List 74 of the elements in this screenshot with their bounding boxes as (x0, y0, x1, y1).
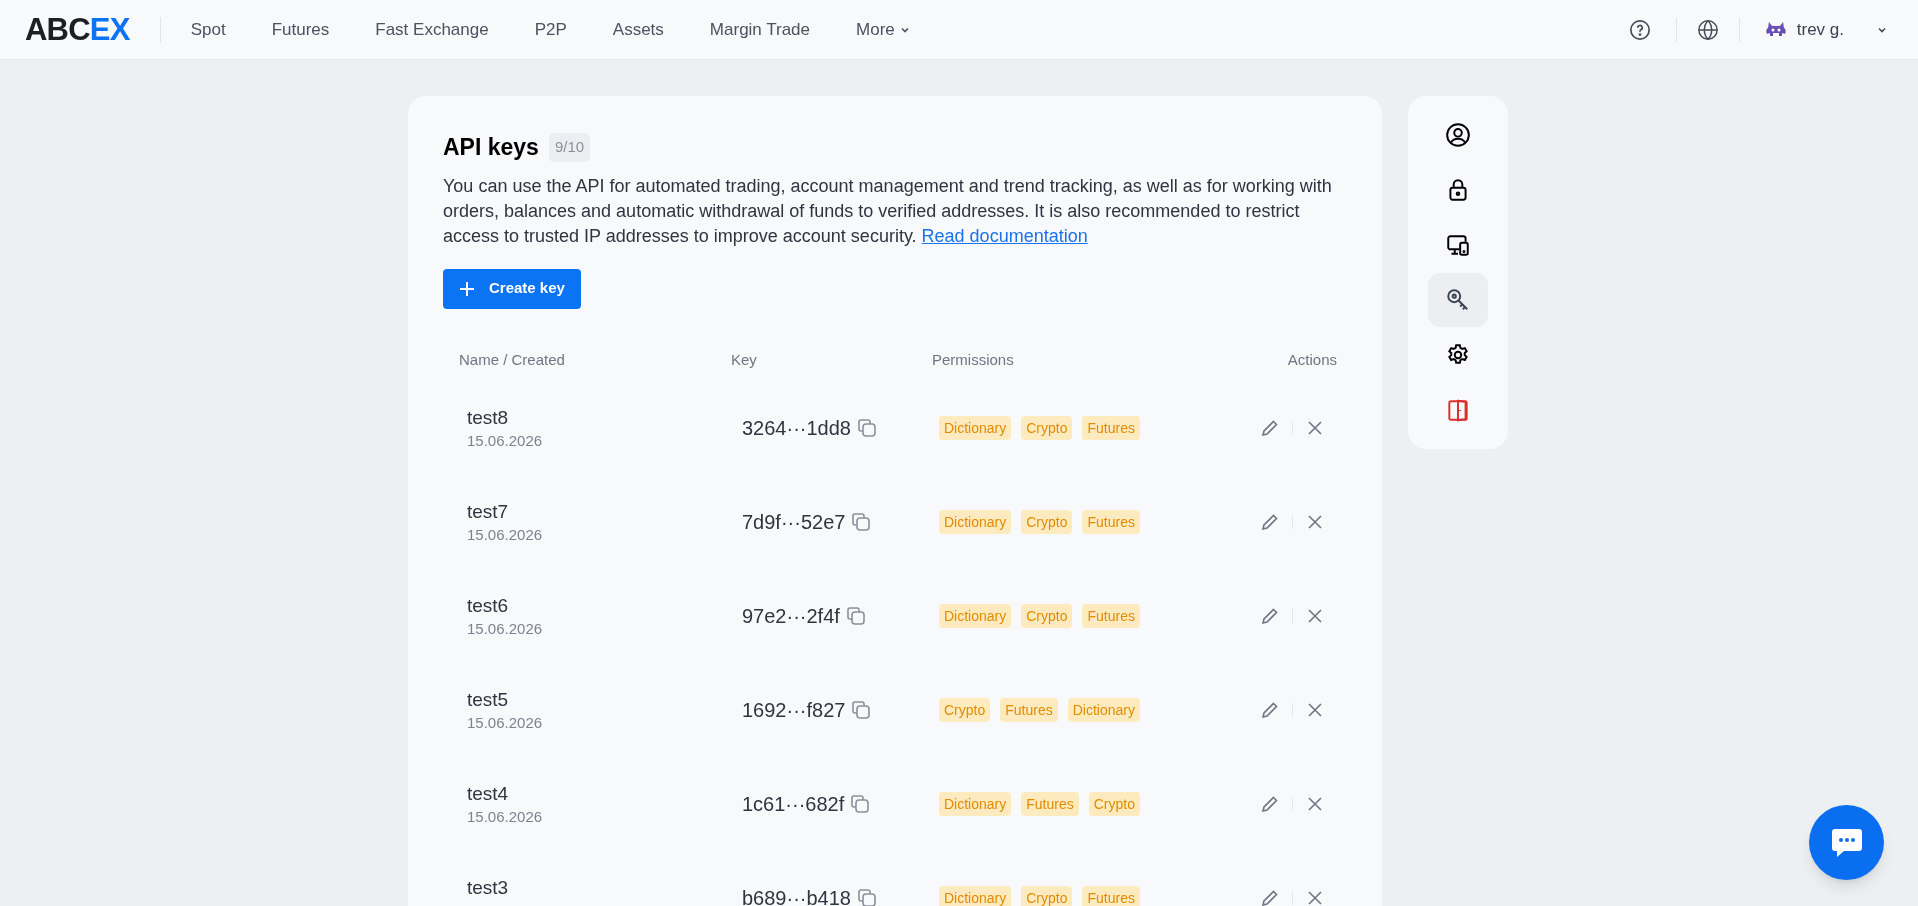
permission-tag: Dictionary (939, 509, 1012, 534)
nav-link[interactable]: Assets (589, 16, 687, 43)
permission-tag: Futures (1082, 603, 1140, 628)
copy-icon[interactable] (851, 511, 872, 532)
key-name: test3 (467, 875, 510, 900)
page-title: API keys (443, 133, 539, 162)
permission-tag: Crypto (1021, 885, 1073, 906)
permission-tag: Futures (1082, 509, 1140, 534)
help-icon[interactable] (1628, 18, 1651, 41)
permission-tag: Crypto (1021, 603, 1073, 628)
column-header: Key (731, 350, 758, 371)
nav-link[interactable]: Futures (248, 16, 353, 43)
permission-tag: Futures (1021, 791, 1079, 816)
copy-icon[interactable] (856, 417, 877, 438)
copy-icon[interactable] (845, 605, 866, 626)
key-name: test5 (467, 687, 510, 712)
key-icon (1445, 287, 1471, 313)
nav-link[interactable]: Spot (167, 16, 249, 43)
created-date: 15.06.2026 (467, 806, 544, 827)
permission-tag: Dictionary (939, 791, 1012, 816)
permission-tag: Crypto (939, 697, 991, 722)
column-header: Name / Created (459, 350, 566, 371)
plus-icon (459, 280, 475, 297)
edit-icon[interactable] (1260, 605, 1280, 626)
create-key-button[interactable]: Create key (443, 268, 581, 309)
permission-tag: Dictionary (939, 603, 1012, 628)
nav-link[interactable]: Fast Exchange (352, 16, 512, 43)
permission-tag: Crypto (1021, 509, 1073, 534)
description-paragraph: You can use the API for automated trading, account management and trend tracking, as well as for working with orders, balances and automatic withdrawal of funds to verified addresses. It is also recommended to restrict access to trusted IP addresses to improve account security. Read documentation (443, 174, 1333, 248)
permission-tag: Futures (1000, 697, 1058, 722)
edit-icon[interactable] (1260, 699, 1280, 720)
key-name: test8 (467, 405, 510, 430)
logo[interactable]: ABCEX (25, 14, 130, 45)
permission-tag: Dictionary (939, 415, 1012, 440)
created-date: 15.06.2026 (467, 430, 544, 451)
permission-tag: Dictionary (939, 885, 1012, 906)
permission-tag: Crypto (1088, 791, 1140, 816)
nav-link[interactable]: Margin Trade (686, 16, 834, 43)
permission-tag: Crypto (1021, 415, 1073, 440)
edit-icon[interactable] (1260, 887, 1280, 906)
side-menu-item[interactable] (1428, 273, 1488, 327)
permission-tag: Dictionary (1067, 697, 1140, 722)
created-date: 15.06.2026 (467, 524, 544, 545)
key-name: test6 (467, 593, 510, 618)
api-key: 1c61···682f (742, 788, 845, 819)
copy-icon[interactable] (851, 699, 872, 720)
created-date: 15.06.2026 (467, 712, 544, 733)
documentation-link[interactable]: Read documentation (921, 225, 1088, 246)
api-key: 1692···f827 (742, 694, 846, 725)
column-header: Permissions (932, 350, 1015, 371)
key-name: test4 (467, 781, 510, 806)
key-name: test7 (467, 499, 510, 524)
edit-icon[interactable] (1260, 511, 1280, 532)
door-icon (1445, 397, 1471, 423)
edit-icon[interactable] (1260, 793, 1280, 814)
api-key: b689···b418 (742, 882, 851, 906)
permission-tag: Futures (1082, 885, 1140, 906)
permission-tag: Futures (1082, 415, 1140, 440)
profile-icon (1445, 122, 1471, 148)
created-date: 15.06.2026 (467, 618, 544, 639)
copy-icon[interactable] (856, 887, 877, 906)
edit-icon[interactable] (1260, 417, 1280, 438)
user-name[interactable]: trev g. (1796, 16, 1844, 43)
devices-icon (1445, 232, 1471, 258)
nav-link[interactable]: P2P (511, 16, 590, 43)
key-count: 9/10 (548, 133, 591, 162)
api-key: 97e2···2f4f (742, 600, 840, 631)
globe-icon[interactable] (1696, 18, 1719, 41)
nav-link[interactable]: More (833, 16, 933, 43)
copy-icon[interactable] (850, 793, 871, 814)
column-header: Actions (1287, 350, 1337, 371)
chat-icon (1829, 826, 1864, 859)
api-key: 7d9f···52e7 (742, 506, 846, 537)
api-key: 3264···1dd8 (742, 412, 851, 443)
